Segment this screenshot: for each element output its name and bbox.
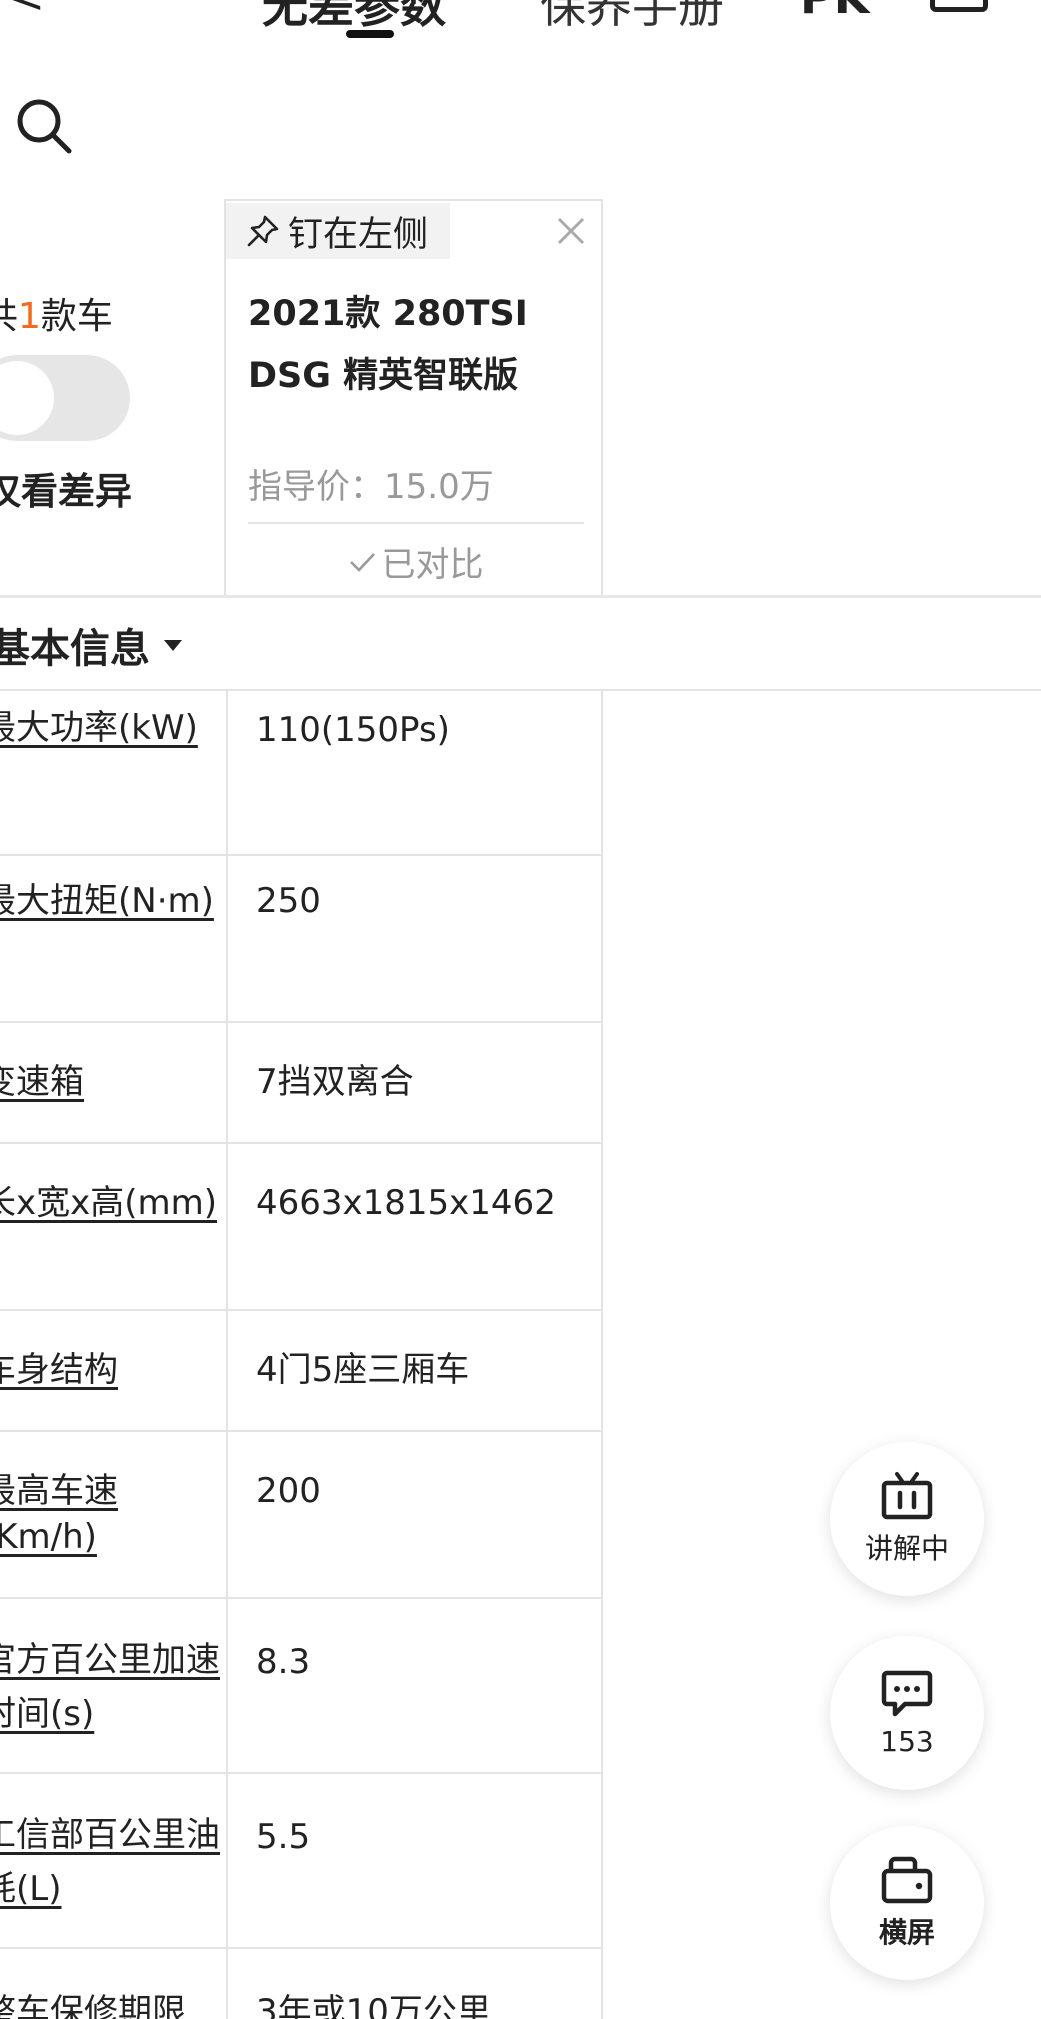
table-row: 变速箱 7挡双离合 [0, 1023, 603, 1144]
param-value: 8.3 [256, 1642, 311, 1682]
tv-icon [881, 1472, 933, 1520]
back-button[interactable]: < [8, 0, 45, 23]
divider [248, 522, 584, 524]
check-icon [349, 552, 375, 572]
landscape-button[interactable]: 横屏 [830, 1826, 984, 1980]
section-basic-info[interactable]: 基本信息 [0, 598, 1041, 691]
remove-car-button[interactable] [551, 211, 591, 251]
landscape-label: 横屏 [878, 1916, 935, 1949]
table-row: 工信部百公里油耗(L) 5.5 [0, 1774, 603, 1949]
share-icon[interactable] [930, 0, 988, 12]
search-icon [17, 99, 72, 154]
param-value: 250 [256, 881, 321, 921]
compared-label: 已对比 [381, 545, 484, 585]
param-value: 200 [256, 1471, 321, 1511]
live-explain-label: 讲解中 [864, 1532, 949, 1565]
live-explain-button[interactable]: 讲解中 [830, 1442, 984, 1596]
param-value: 4门5座三厢车 [256, 1350, 470, 1390]
comments-button[interactable]: 153 [830, 1636, 984, 1790]
caret-down-icon [164, 639, 182, 651]
pin-icon [247, 215, 279, 247]
tab-active-indicator [346, 30, 394, 38]
diff-only-label: 仅看差异 [0, 470, 132, 513]
pin-left-label: 钉在左侧 [288, 214, 429, 255]
comment-count: 153 [880, 1724, 934, 1758]
param-label[interactable]: 最大功率(kW) [0, 705, 222, 751]
section-title: 基本信息 [0, 626, 150, 672]
compare-header: 共1款车 仅看差异 钉在左侧 2021款 280TSI DSG 精英智联版 指导… [0, 199, 1041, 596]
tab-manual[interactable]: 保养手册 [540, 0, 724, 36]
close-icon [557, 217, 585, 245]
param-value: 3年或10万公里 [256, 1992, 491, 2019]
diff-only-toggle[interactable] [0, 355, 130, 441]
table-row: 长x宽x高(mm) 4663x1815x1462 [0, 1144, 603, 1311]
car-count: 共1款车 [0, 296, 113, 337]
comment-icon [881, 1670, 933, 1716]
table-row: 官方百公里加速时间(s) 8.3 [0, 1599, 603, 1774]
param-label[interactable]: 工信部百公里油耗(L) [0, 1808, 222, 1916]
table-row: 车身结构 4门5座三厢车 [0, 1311, 603, 1432]
car-count-number: 1 [18, 296, 41, 337]
table-row: 最大功率(kW) 110(150Ps) [0, 691, 603, 856]
car-name[interactable]: 2021款 280TSI DSG 精英智联版 [248, 283, 588, 407]
rotate-screen-icon [881, 1856, 933, 1904]
param-label[interactable]: 最大扭矩(N·m) [0, 878, 222, 924]
param-label[interactable]: 变速箱 [0, 1059, 222, 1105]
param-label[interactable]: 整车保修期限 [0, 1989, 222, 2019]
param-label[interactable]: 长x宽x高(mm) [0, 1180, 222, 1226]
top-nav: < 无差参数 保养手册 PK [0, 0, 1041, 50]
param-label[interactable]: 最高车速(Km/h) [0, 1468, 222, 1560]
params-table: 最大功率(kW) 110(150Ps) 最大扭矩(N·m) 250 变速箱 7挡… [0, 691, 603, 2019]
table-row: 最大扭矩(N·m) 250 [0, 856, 603, 1023]
param-value: 110(150Ps) [256, 710, 450, 750]
param-value: 7挡双离合 [256, 1062, 414, 1102]
toggle-knob [0, 361, 54, 435]
param-label[interactable]: 车身结构 [0, 1347, 222, 1393]
pin-left-button[interactable]: 钉在左侧 [226, 203, 450, 259]
car-column: 钉在左侧 2021款 280TSI DSG 精英智联版 指导价：15.0万 已对… [226, 199, 603, 596]
guide-price: 指导价：15.0万 [248, 467, 494, 507]
table-row: 最高车速(Km/h) 200 [0, 1432, 603, 1599]
param-value: 5.5 [256, 1817, 311, 1857]
table-row: 整车保修期限 3年或10万公里 [0, 1949, 603, 2019]
pk-button[interactable]: PK [800, 0, 869, 24]
compare-summary: 共1款车 仅看差异 [0, 199, 226, 596]
search-button[interactable] [14, 96, 74, 156]
param-value: 4663x1815x1462 [256, 1183, 556, 1223]
compared-status[interactable]: 已对比 [226, 537, 603, 586]
param-label[interactable]: 官方百公里加速时间(s) [0, 1633, 222, 1741]
